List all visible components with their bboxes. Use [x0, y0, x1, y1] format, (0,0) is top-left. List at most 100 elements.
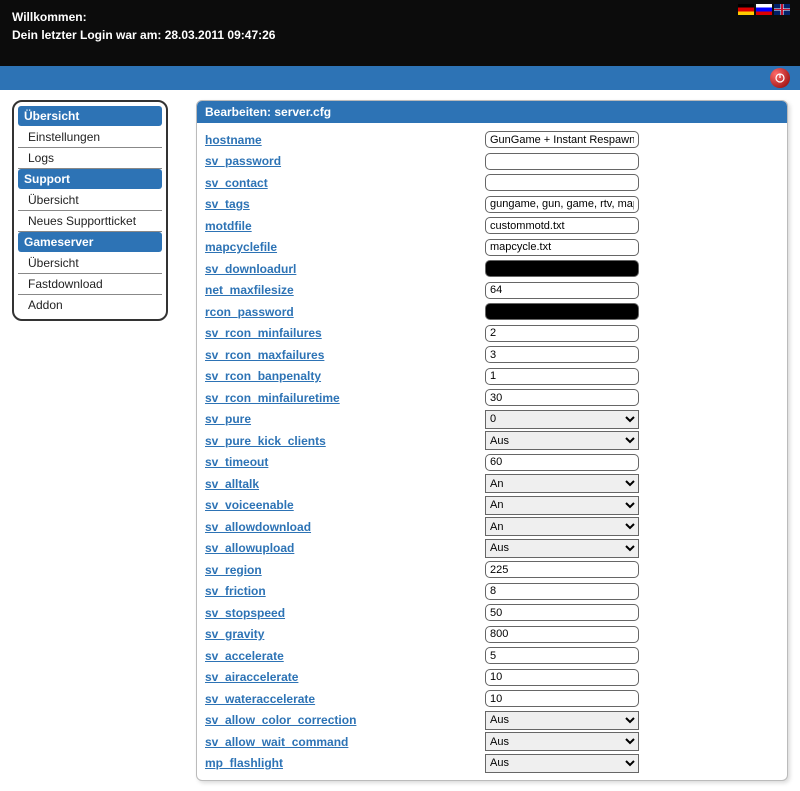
sidebar-item[interactable]: Neues Supportticket — [18, 211, 162, 232]
sv_rcon_banpenalty-input[interactable] — [485, 368, 639, 385]
sv_rcon_minfailuretime-input[interactable] — [485, 389, 639, 406]
config-row: net_maxfilesize — [205, 280, 779, 301]
sv_voiceenable-select[interactable]: An — [485, 496, 639, 515]
config-row: sv_stopspeed — [205, 602, 779, 623]
config-row: sv_airaccelerate — [205, 667, 779, 688]
sv_rcon_maxfailures-input[interactable] — [485, 346, 639, 363]
field-label: sv_gravity — [205, 627, 485, 641]
sv_allowupload-select[interactable]: Aus — [485, 539, 639, 558]
field-label: sv_timeout — [205, 455, 485, 469]
power-button[interactable] — [770, 68, 790, 88]
sidebar-header[interactable]: Übersicht — [18, 106, 162, 126]
sv_airaccelerate-input[interactable] — [485, 669, 639, 686]
sv_contact-input[interactable] — [485, 174, 639, 191]
sv_timeout-input[interactable] — [485, 454, 639, 471]
config-row: sv_voiceenableAn — [205, 495, 779, 516]
field-label: sv_rcon_maxfailures — [205, 348, 485, 362]
config-row: sv_password — [205, 151, 779, 172]
field-control — [485, 389, 639, 406]
field-control — [485, 346, 639, 363]
field-control — [485, 325, 639, 342]
sidebar-item[interactable]: Logs — [18, 148, 162, 169]
motdfile-input[interactable] — [485, 217, 639, 234]
field-label: mp_flashlight — [205, 756, 485, 770]
config-row: rcon_password — [205, 301, 779, 322]
sv_alltalk-select[interactable]: An — [485, 474, 639, 493]
field-label: sv_contact — [205, 176, 485, 190]
power-icon — [774, 72, 786, 84]
config-row: sv_allow_color_correctionAus — [205, 710, 779, 731]
welcome-text: Willkommen: — [12, 10, 788, 24]
config-row: sv_rcon_minfailuretime — [205, 387, 779, 408]
config-row: sv_downloadurl — [205, 258, 779, 279]
config-row: mp_flashlightAus — [205, 753, 779, 774]
sidebar-item[interactable]: Einstellungen — [18, 127, 162, 148]
flag-ru-icon[interactable] — [756, 4, 772, 15]
rcon_password-input[interactable] — [485, 303, 639, 320]
sv_allowdownload-select[interactable]: An — [485, 517, 639, 536]
field-control: An — [485, 517, 639, 536]
sv_region-input[interactable] — [485, 561, 639, 578]
field-label: net_maxfilesize — [205, 283, 485, 297]
field-control — [485, 669, 639, 686]
config-row: sv_friction — [205, 581, 779, 602]
config-row: sv_accelerate — [205, 645, 779, 666]
sv_rcon_minfailures-input[interactable] — [485, 325, 639, 342]
field-control — [485, 239, 639, 256]
config-row: sv_rcon_minfailures — [205, 323, 779, 344]
sv_allow_color_correction-select[interactable]: Aus — [485, 711, 639, 730]
sidebar-header[interactable]: Gameserver — [18, 232, 162, 252]
sidebar-item[interactable]: Übersicht — [18, 190, 162, 211]
field-control — [485, 368, 639, 385]
sv_accelerate-input[interactable] — [485, 647, 639, 664]
field-label: sv_tags — [205, 197, 485, 211]
config-row: sv_wateraccelerate — [205, 688, 779, 709]
header-bar — [0, 66, 800, 90]
net_maxfilesize-input[interactable] — [485, 282, 639, 299]
sv_stopspeed-input[interactable] — [485, 604, 639, 621]
field-control — [485, 260, 639, 277]
field-label: sv_region — [205, 563, 485, 577]
field-label: sv_friction — [205, 584, 485, 598]
language-flags — [738, 4, 790, 15]
mapcyclefile-input[interactable] — [485, 239, 639, 256]
sv_wateraccelerate-input[interactable] — [485, 690, 639, 707]
hostname-input[interactable] — [485, 131, 639, 148]
field-control: An — [485, 474, 639, 493]
sidebar-header[interactable]: Support — [18, 169, 162, 189]
sv_allow_wait_command-select[interactable]: Aus — [485, 732, 639, 751]
field-label: motdfile — [205, 219, 485, 233]
field-control — [485, 561, 639, 578]
sidebar-item[interactable]: Addon — [18, 295, 162, 315]
field-control: Aus — [485, 732, 639, 751]
field-label: sv_stopspeed — [205, 606, 485, 620]
flag-uk-icon[interactable] — [774, 4, 790, 15]
field-label: sv_wateraccelerate — [205, 692, 485, 706]
field-label: sv_rcon_banpenalty — [205, 369, 485, 383]
sv_downloadurl-input[interactable] — [485, 260, 639, 277]
sv_pure-select[interactable]: 0 — [485, 410, 639, 429]
config-row: mapcyclefile — [205, 237, 779, 258]
sidebar-item[interactable]: Übersicht — [18, 253, 162, 274]
field-control — [485, 583, 639, 600]
sv_tags-input[interactable] — [485, 196, 639, 213]
config-row: sv_gravity — [205, 624, 779, 645]
field-label: sv_airaccelerate — [205, 670, 485, 684]
last-login-text: Dein letzter Login war am: 28.03.2011 09… — [12, 28, 788, 42]
config-row: sv_alltalkAn — [205, 473, 779, 494]
flag-de-icon[interactable] — [738, 4, 754, 15]
config-row: sv_region — [205, 559, 779, 580]
sidebar: ÜbersichtEinstellungenLogsSupportÜbersic… — [12, 100, 168, 321]
field-control — [485, 604, 639, 621]
mp_flashlight-select[interactable]: Aus — [485, 754, 639, 773]
sv_pure_kick_clients-select[interactable]: Aus — [485, 431, 639, 450]
config-row: sv_rcon_maxfailures — [205, 344, 779, 365]
sv_password-input[interactable] — [485, 153, 639, 170]
config-row: motdfile — [205, 215, 779, 236]
config-row: sv_tags — [205, 194, 779, 215]
config-row: sv_pure0 — [205, 409, 779, 430]
field-control: Aus — [485, 539, 639, 558]
sidebar-item[interactable]: Fastdownload — [18, 274, 162, 295]
sv_gravity-input[interactable] — [485, 626, 639, 643]
sv_friction-input[interactable] — [485, 583, 639, 600]
